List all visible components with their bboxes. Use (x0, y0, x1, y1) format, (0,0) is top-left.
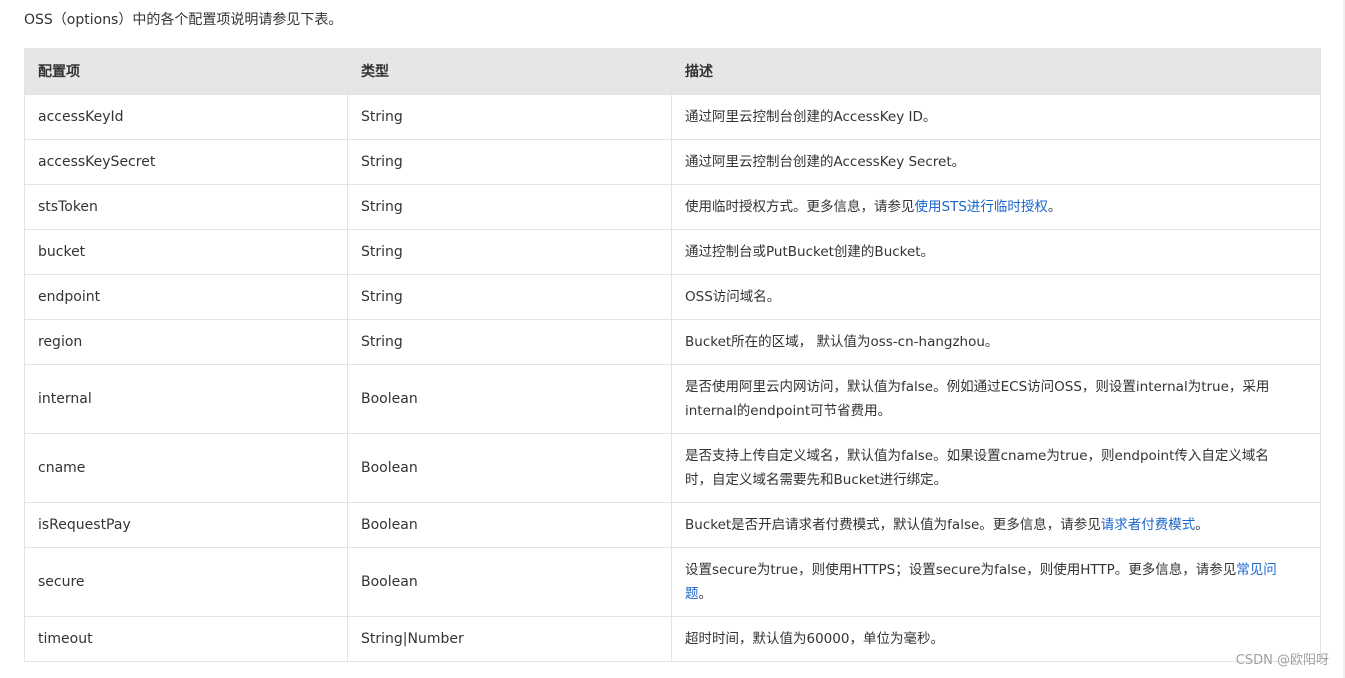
desc-text: Bucket是否开启请求者付费模式，默认值为false。更多信息，请参见 (685, 517, 1101, 533)
table-row: stsToken String 使用临时授权方式。更多信息，请参见使用STS进行… (24, 184, 1321, 230)
cell-desc: 通过控制台或PutBucket创建的Bucket。 (671, 229, 1321, 275)
cell-type: Boolean (347, 502, 672, 548)
cell-type: String (347, 184, 672, 230)
cell-type: Boolean (347, 433, 672, 503)
cell-desc: 设置secure为true，则使用HTTPS；设置secure为false，则使… (671, 547, 1321, 617)
cell-type: String (347, 139, 672, 185)
cell-name: accessKeyId (24, 94, 348, 140)
table-row: region String Bucket所在的区域， 默认值为oss-cn-ha… (24, 319, 1321, 365)
cell-desc: 是否支持上传自定义域名，默认值为false。如果设置cname为true，则en… (671, 433, 1321, 503)
cell-type: Boolean (347, 364, 672, 434)
options-table: 配置项 类型 描述 accessKeyId String 通过阿里云控制台创建的… (24, 48, 1321, 662)
sts-authorization-link[interactable]: 使用STS进行临时授权 (915, 199, 1048, 215)
desc-text: 。 (1047, 199, 1062, 215)
csdn-watermark: CSDN @欧阳呀 (1235, 653, 1329, 668)
table-row: cname Boolean 是否支持上传自定义域名，默认值为false。如果设置… (24, 433, 1321, 503)
table-row: internal Boolean 是否使用阿里云内网访问，默认值为false。例… (24, 364, 1321, 434)
table-row: accessKeySecret String 通过阿里云控制台创建的Access… (24, 139, 1321, 185)
desc-text: 设置secure为true，则使用HTTPS；设置secure为false，则使… (685, 562, 1237, 578)
table-row: secure Boolean 设置secure为true，则使用HTTPS；设置… (24, 547, 1321, 617)
header-config-item: 配置项 (24, 48, 348, 95)
requester-pays-link[interactable]: 请求者付费模式 (1101, 517, 1196, 533)
cell-desc: 超时时间，默认值为60000，单位为毫秒。 (671, 616, 1321, 662)
cell-type: String (347, 229, 672, 275)
desc-text: 。 (1195, 517, 1209, 533)
cell-name: accessKeySecret (24, 139, 348, 185)
header-description: 描述 (671, 48, 1321, 95)
cell-name: internal (24, 364, 348, 434)
table-header-row: 配置项 类型 描述 (24, 48, 1321, 95)
table-row: accessKeyId String 通过阿里云控制台创建的AccessKey … (24, 94, 1321, 140)
cell-name: secure (24, 547, 348, 617)
desc-text: 。 (698, 586, 713, 602)
cell-type: Boolean (347, 547, 672, 617)
cell-name: stsToken (24, 184, 348, 230)
cell-type: String (347, 274, 672, 320)
cell-name: bucket (24, 229, 348, 275)
intro-text: OSS（options）中的各个配置项说明请参见下表。 (24, 12, 343, 28)
cell-name: timeout (24, 616, 348, 662)
cell-desc: 通过阿里云控制台创建的AccessKey Secret。 (671, 139, 1321, 185)
table-row: isRequestPay Boolean Bucket是否开启请求者付费模式，默… (24, 502, 1321, 548)
faq-link-continued[interactable]: 题 (685, 586, 699, 602)
desc-line: 是否支持上传自定义域名，默认值为false。如果设置cname为true，则en… (685, 448, 1269, 464)
desc-line: 是否使用阿里云内网访问，默认值为false。例如通过ECS访问OSS，则设置in… (685, 379, 1270, 395)
cell-desc: 通过阿里云控制台创建的AccessKey ID。 (671, 94, 1321, 140)
cell-type: String|Number (347, 616, 672, 662)
header-type: 类型 (347, 48, 672, 95)
cell-name: isRequestPay (24, 502, 348, 548)
table-row: bucket String 通过控制台或PutBucket创建的Bucket。 (24, 229, 1321, 275)
cell-desc: 是否使用阿里云内网访问，默认值为false。例如通过ECS访问OSS，则设置in… (671, 364, 1321, 434)
desc-line: internal的endpoint可节省费用。 (685, 403, 892, 419)
options-table-container: 配置项 类型 描述 accessKeyId String 通过阿里云控制台创建的… (24, 48, 1321, 662)
desc-line: 时，自定义域名需要先和Bucket进行绑定。 (685, 472, 948, 488)
table-row: endpoint String OSS访问域名。 (24, 274, 1321, 320)
desc-text: 使用临时授权方式。更多信息，请参见 (685, 199, 915, 215)
table-row: timeout String|Number 超时时间，默认值为60000，单位为… (24, 616, 1321, 662)
cell-desc: Bucket所在的区域， 默认值为oss-cn-hangzhou。 (671, 319, 1321, 365)
cell-type: String (347, 319, 672, 365)
cell-name: cname (24, 433, 348, 503)
cell-desc: OSS访问域名。 (671, 274, 1321, 320)
cell-desc: Bucket是否开启请求者付费模式，默认值为false。更多信息，请参见请求者付… (671, 502, 1321, 548)
cell-type: String (347, 94, 672, 140)
cell-name: endpoint (24, 274, 348, 320)
cell-name: region (24, 319, 348, 365)
cell-desc: 使用临时授权方式。更多信息，请参见使用STS进行临时授权。 (671, 184, 1321, 230)
faq-link[interactable]: 常见问 (1236, 562, 1277, 578)
